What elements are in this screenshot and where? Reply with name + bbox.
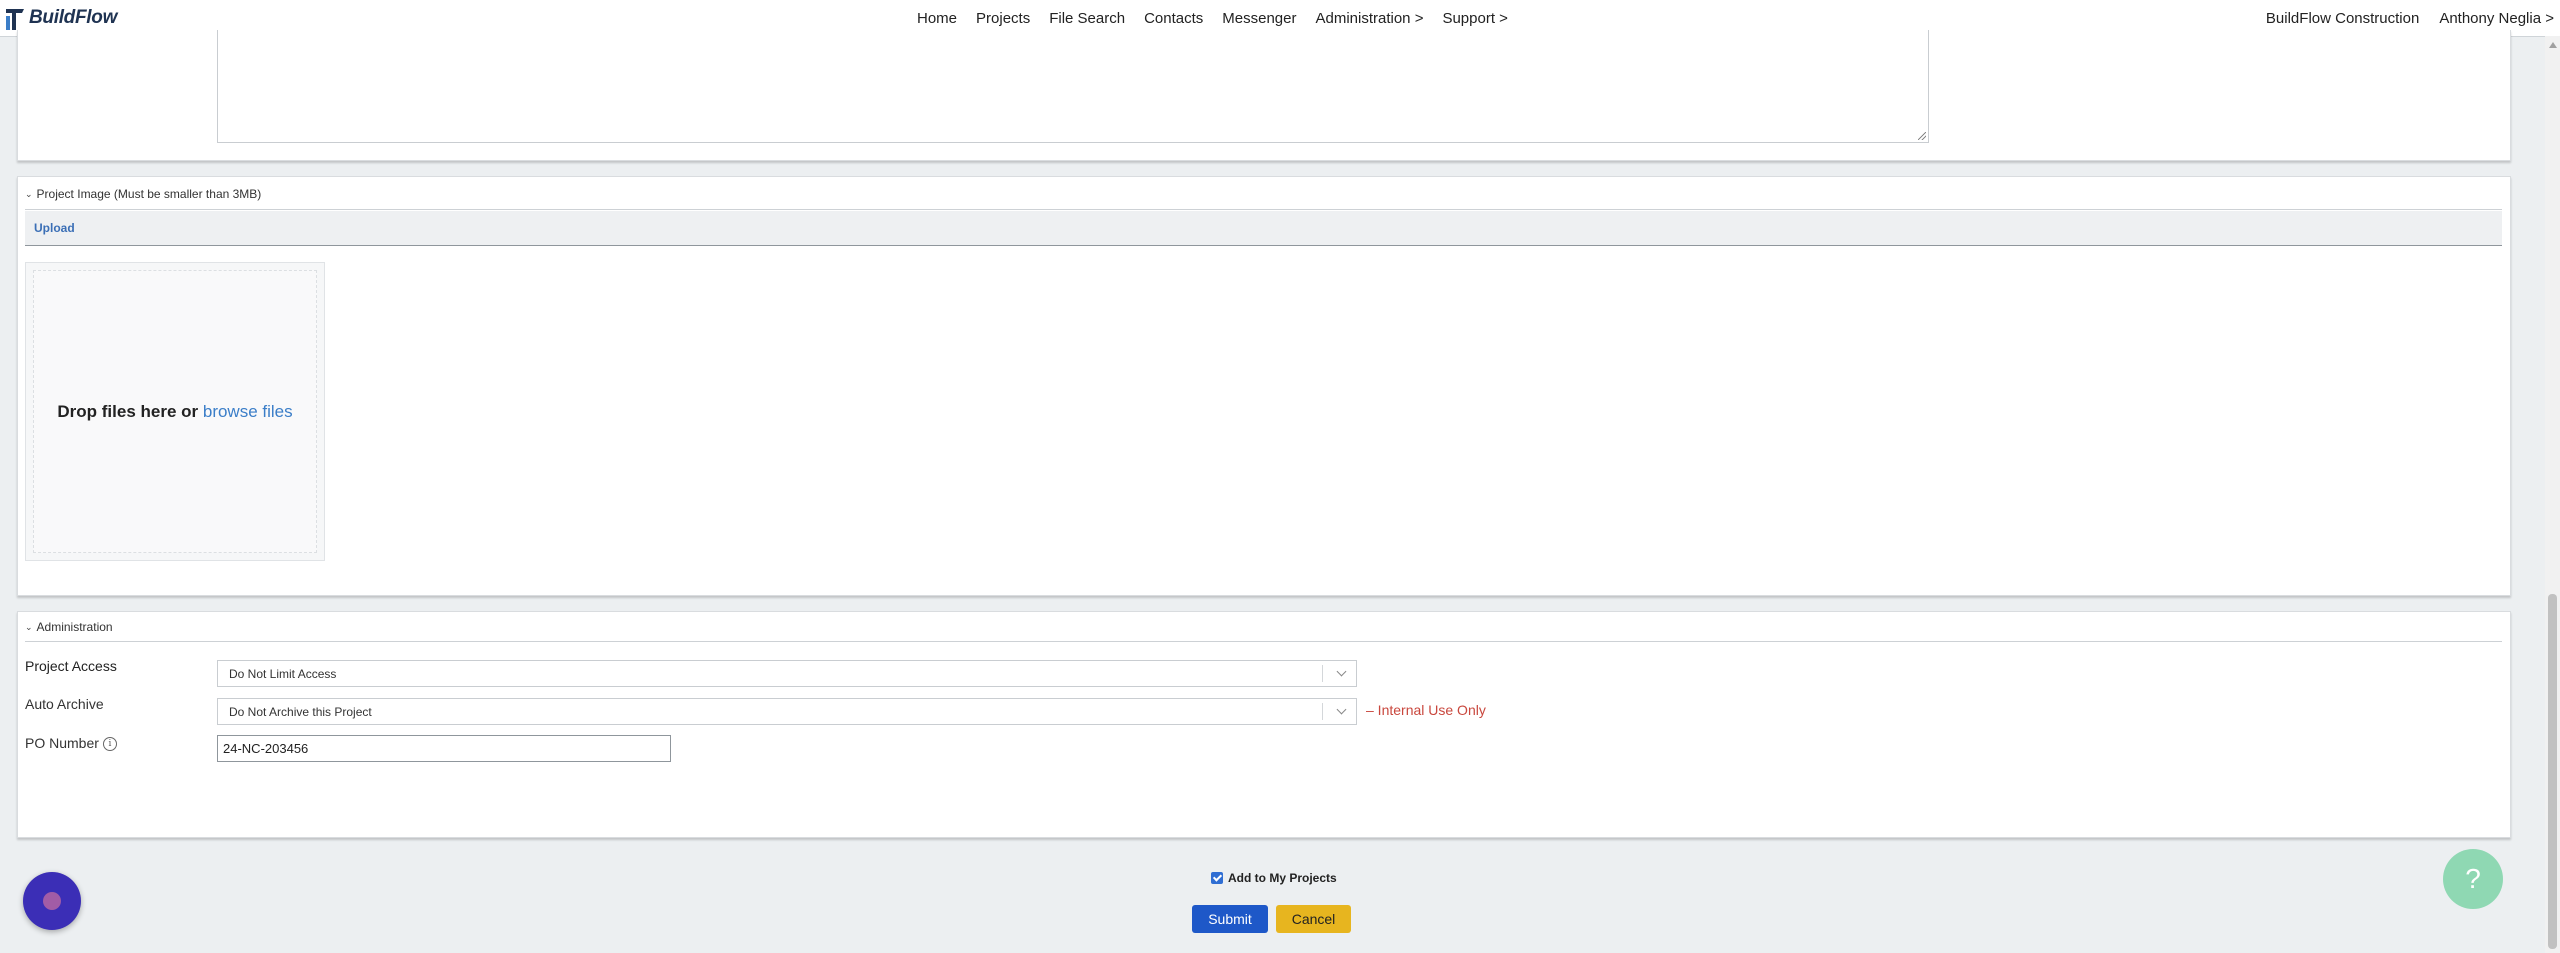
description-textarea[interactable] bbox=[217, 30, 1929, 143]
description-panel bbox=[17, 30, 2511, 161]
nav-messenger[interactable]: Messenger bbox=[1222, 10, 1296, 27]
dropzone-text: Drop files here or browse files bbox=[57, 402, 292, 422]
chevron-down-icon[interactable] bbox=[1336, 666, 1347, 677]
upload-toolbar: Upload bbox=[25, 211, 2502, 246]
buildflow-logo-icon bbox=[6, 9, 24, 30]
file-dropzone[interactable]: Drop files here or browse files bbox=[25, 262, 325, 561]
divider bbox=[25, 209, 2502, 210]
scrollbar-thumb[interactable] bbox=[2548, 594, 2557, 949]
po-number-input[interactable] bbox=[217, 735, 671, 762]
submit-button[interactable]: Submit bbox=[1192, 905, 1268, 933]
collapse-chevron-icon[interactable]: ⌄ bbox=[25, 622, 33, 633]
nav-file-search[interactable]: File Search bbox=[1049, 10, 1125, 27]
upload-tab[interactable]: Upload bbox=[34, 221, 75, 235]
drop-files-label: Drop files here or bbox=[57, 401, 203, 421]
po-number-label-row: PO Number i bbox=[25, 735, 117, 752]
help-button[interactable]: ? bbox=[2443, 849, 2503, 909]
user-menu[interactable]: Anthony Neglia > bbox=[2439, 10, 2554, 27]
logo-text: BuildFlow bbox=[29, 7, 118, 28]
project-access-select[interactable]: Do Not Limit Access bbox=[217, 660, 1357, 687]
select-separator bbox=[1322, 703, 1323, 720]
select-separator bbox=[1322, 665, 1323, 682]
collapse-chevron-icon[interactable]: ⌄ bbox=[25, 189, 33, 200]
logo[interactable]: BuildFlow bbox=[4, 4, 117, 32]
divider bbox=[25, 641, 2502, 642]
company-switcher[interactable]: BuildFlow Construction bbox=[2266, 10, 2419, 27]
browse-files-link[interactable]: browse files bbox=[203, 402, 293, 421]
administration-panel: ⌄ Administration Project Access Do Not L… bbox=[17, 611, 2511, 838]
page-scrollbar[interactable] bbox=[2545, 36, 2560, 953]
project-image-title: Project Image (Must be smaller than 3MB) bbox=[36, 187, 262, 201]
project-image-panel: ⌄ Project Image (Must be smaller than 3M… bbox=[17, 176, 2511, 596]
project-access-value: Do Not Limit Access bbox=[229, 667, 337, 681]
administration-header[interactable]: ⌄ Administration bbox=[25, 620, 113, 634]
nav-projects[interactable]: Projects bbox=[976, 10, 1030, 27]
nav-administration[interactable]: Administration > bbox=[1315, 10, 1423, 27]
auto-archive-select[interactable]: Do Not Archive this Project bbox=[217, 698, 1357, 725]
cancel-button[interactable]: Cancel bbox=[1276, 905, 1351, 933]
internal-use-note: – Internal Use Only bbox=[1366, 702, 1486, 718]
chat-launcher-button[interactable] bbox=[23, 872, 81, 930]
add-to-my-projects-checkbox[interactable] bbox=[1211, 872, 1223, 884]
resize-grip-icon[interactable] bbox=[1918, 132, 1926, 140]
auto-archive-label: Auto Archive bbox=[25, 696, 104, 712]
administration-title: Administration bbox=[36, 620, 113, 634]
nav-contacts[interactable]: Contacts bbox=[1144, 10, 1203, 27]
project-image-header[interactable]: ⌄ Project Image (Must be smaller than 3M… bbox=[25, 187, 261, 201]
po-number-label: PO Number bbox=[25, 735, 99, 751]
scroll-up-arrow-icon[interactable] bbox=[2549, 42, 2557, 48]
info-icon[interactable]: i bbox=[102, 737, 117, 752]
dropzone-inner[interactable]: Drop files here or browse files bbox=[33, 270, 317, 553]
chat-icon bbox=[43, 892, 61, 910]
nav-support[interactable]: Support > bbox=[1442, 10, 1507, 27]
chevron-down-icon[interactable] bbox=[1336, 704, 1347, 715]
nav-home[interactable]: Home bbox=[917, 10, 957, 27]
add-to-my-projects[interactable]: Add to My Projects bbox=[1211, 871, 1337, 885]
auto-archive-value: Do Not Archive this Project bbox=[229, 705, 372, 719]
project-access-label: Project Access bbox=[25, 658, 117, 674]
add-to-my-projects-label: Add to My Projects bbox=[1228, 871, 1337, 885]
